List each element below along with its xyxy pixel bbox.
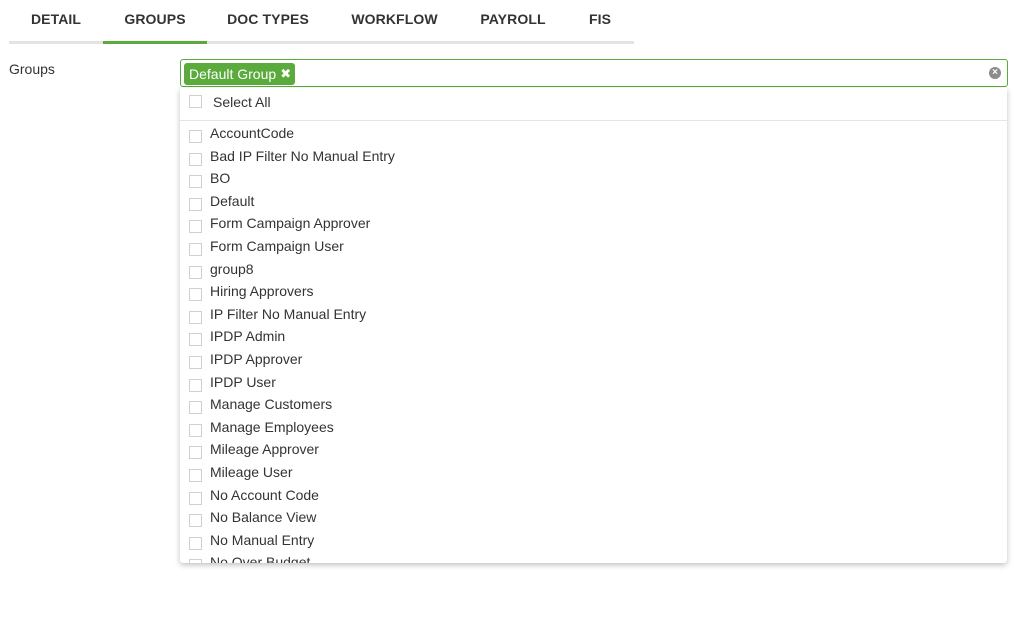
tab-doc-types[interactable]: DOC TYPES [207,0,329,44]
group-option-label: group8 [210,260,254,277]
group-options-list: AccountCode Bad IP Filter No Manual Entry… [180,121,1007,563]
group-option-label: No Over Budget [210,554,311,563]
group-option[interactable]: No Balance View [180,506,1007,529]
group-option[interactable]: No Manual Entry [180,529,1007,552]
group-option[interactable]: Bad IP Filter No Manual Entry [180,145,1007,168]
groups-dropdown: Select All AccountCode Bad IP Filter No M… [180,88,1007,563]
tab-groups[interactable]: GROUPS [103,0,207,44]
group-option-checkbox[interactable] [189,310,202,324]
group-option-checkbox[interactable] [189,469,202,482]
group-option-label: Default [210,192,255,209]
group-option[interactable]: Mileage User [180,461,1007,484]
group-option-label: Form Campaign User [210,238,344,254]
group-option-checkbox[interactable] [189,378,202,392]
group-option-checkbox[interactable] [189,559,202,563]
group-option[interactable]: BO [180,167,1007,190]
group-option[interactable]: IPDP User [180,371,1007,394]
group-option-checkbox[interactable] [189,356,202,369]
group-option-checkbox[interactable] [189,401,202,415]
group-option[interactable]: IPDP Approver [180,348,1007,371]
groups-label: Groups [9,61,55,77]
group-option[interactable]: Form Campaign User [180,235,1007,258]
tab-fis[interactable]: FIS [566,0,634,44]
group-option[interactable]: group8 [180,258,1007,281]
group-option-checkbox[interactable] [189,175,202,189]
group-option-label: AccountCode [210,125,295,141]
group-option[interactable]: Manage Employees [180,416,1007,439]
chip-remove-icon[interactable]: ✖ [279,63,292,85]
groups-multiselect[interactable]: Default Group ✖ × [180,59,1008,87]
group-option-checkbox[interactable] [189,423,202,437]
group-option-label: IPDP Admin [210,328,286,345]
group-option[interactable]: Manage Customers [180,393,1007,416]
group-option-checkbox[interactable] [189,446,202,460]
group-option[interactable]: Mileage Approver [180,438,1007,461]
group-option-checkbox[interactable] [189,265,202,279]
group-option-label: BO [210,170,231,187]
chip-label: Default Group [189,66,277,82]
group-option-label: Bad IP Filter No Manual Entry [210,147,395,164]
group-option[interactable]: IP Filter No Manual Entry [180,303,1007,326]
group-option-checkbox[interactable] [189,243,202,256]
group-option[interactable]: No Over Budget [180,551,1007,563]
group-option-label: No Balance View [210,509,317,526]
group-option-label: Hiring Approvers [210,283,314,300]
group-option-checkbox[interactable] [189,514,202,528]
select-all-checkbox[interactable] [189,95,202,108]
group-option-checkbox[interactable] [189,333,202,347]
group-option-checkbox[interactable] [189,491,202,505]
group-option-checkbox[interactable] [189,130,202,143]
group-option-checkbox[interactable] [189,536,202,550]
group-option-label: IPDP User [210,373,276,390]
group-option-checkbox[interactable] [189,197,202,211]
tab-payroll[interactable]: PAYROLL [460,0,566,44]
group-option-label: Manage Customers [210,396,333,413]
group-option-checkbox[interactable] [189,152,202,166]
group-option[interactable]: Default [180,190,1007,213]
clear-selection-icon[interactable]: × [989,67,1001,79]
group-option-label: No Account Code [210,486,319,503]
group-option[interactable]: Form Campaign Approver [180,212,1007,235]
select-all-option[interactable]: Select All [180,88,1007,121]
group-option[interactable]: No Account Code [180,484,1007,507]
group-option-checkbox[interactable] [189,288,202,302]
tab-detail[interactable]: DETAIL [9,0,103,44]
select-all-label: Select All [213,94,271,110]
group-option-label: Mileage Approver [210,441,319,458]
group-option[interactable]: AccountCode [180,122,1007,145]
selected-group-chip: Default Group ✖ [184,63,296,85]
group-option-label: IPDP Approver [210,351,303,367]
group-option-label: Mileage User [210,464,293,480]
group-option[interactable]: Hiring Approvers [180,280,1007,303]
tab-workflow[interactable]: WORKFLOW [329,0,460,44]
group-option-label: IP Filter No Manual Entry [210,305,367,322]
group-option-label: Manage Employees [210,418,334,435]
tab-bar: DETAIL GROUPS DOC TYPES WORKFLOW PAYROLL… [9,0,634,44]
group-option-checkbox[interactable] [189,220,202,234]
group-option[interactable]: IPDP Admin [180,325,1007,348]
group-option-label: Form Campaign Approver [210,215,371,232]
group-option-label: No Manual Entry [210,531,315,548]
